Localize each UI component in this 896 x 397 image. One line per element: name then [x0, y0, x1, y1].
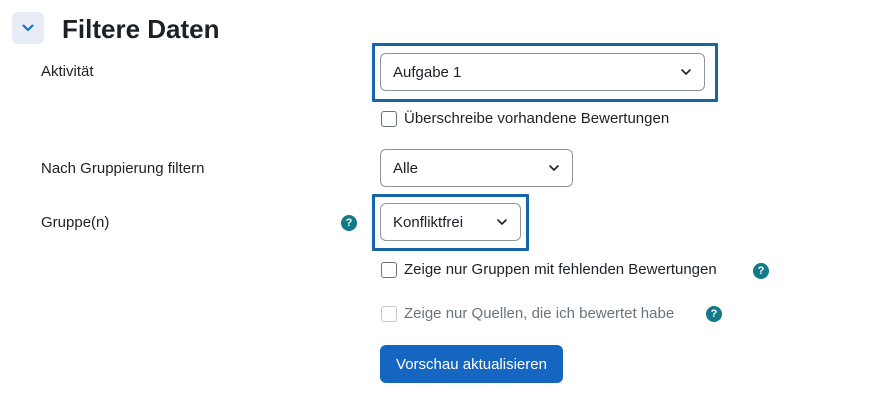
chevron-down-icon — [22, 24, 34, 31]
question-circle-icon[interactable]: ? — [706, 306, 722, 322]
chevron-down-icon — [497, 219, 507, 225]
preview-update-button-label: Vorschau aktualisieren — [396, 355, 547, 373]
graded-by-me-checkbox — [381, 306, 397, 322]
groups-select[interactable]: Konfliktfrei — [380, 203, 521, 241]
missing-grades-label: Zeige nur Gruppen mit fehlenden Bewertun… — [404, 261, 717, 278]
grouping-select[interactable]: Alle — [380, 149, 573, 187]
activity-select-value: Aufgabe 1 — [393, 63, 462, 81]
groups-select-value: Konfliktfrei — [393, 213, 464, 231]
chevron-down-icon — [681, 69, 691, 75]
chevron-down-icon — [549, 165, 559, 171]
overwrite-checkbox[interactable] — [381, 111, 397, 127]
groups-label: Gruppe(n) — [41, 214, 110, 231]
missing-grades-checkbox[interactable] — [381, 262, 397, 278]
activity-select[interactable]: Aufgabe 1 — [380, 53, 705, 91]
preview-update-button[interactable]: Vorschau aktualisieren — [380, 345, 563, 383]
grouping-select-value: Alle — [393, 159, 419, 177]
section-title: Filtere Daten — [62, 14, 220, 44]
question-circle-icon[interactable]: ? — [341, 215, 357, 231]
overwrite-label: Überschreibe vorhandene Bewertungen — [404, 110, 670, 127]
graded-by-me-label: Zeige nur Quellen, die ich bewertet habe — [404, 305, 675, 322]
grouping-label: Nach Gruppierung filtern — [41, 160, 205, 177]
question-circle-icon[interactable]: ? — [753, 263, 769, 279]
collapse-section-button[interactable] — [12, 12, 44, 44]
activity-label: Aktivität — [41, 63, 94, 80]
